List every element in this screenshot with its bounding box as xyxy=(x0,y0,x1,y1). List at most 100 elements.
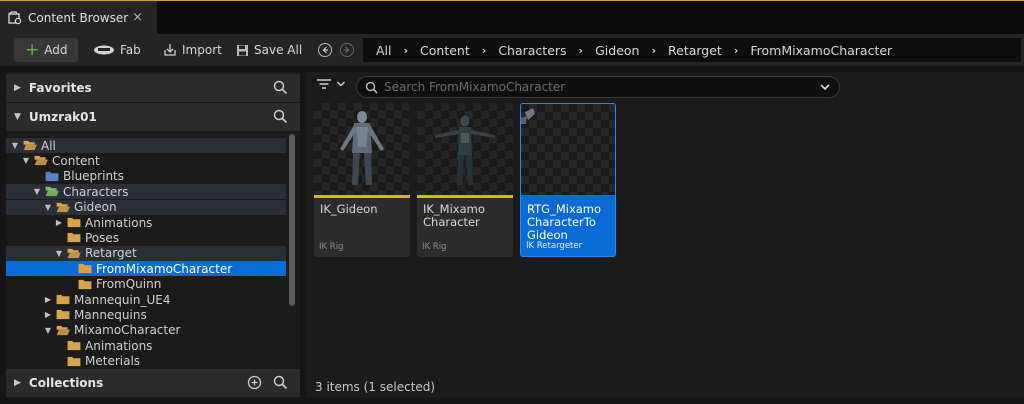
search-icon[interactable] xyxy=(273,109,288,124)
tree-item[interactable]: ▼ Content xyxy=(6,153,286,168)
tree-item-label: All xyxy=(41,138,56,153)
breadcrumb-separator-icon[interactable]: › xyxy=(734,44,739,57)
asset-type: IK Rig xyxy=(319,242,344,252)
asset-type-bar xyxy=(417,195,513,198)
tree-item[interactable]: ▶ Animations xyxy=(6,215,286,230)
import-button[interactable]: Import xyxy=(163,38,222,62)
caret-down-icon[interactable]: ▼ xyxy=(10,141,20,150)
tree-item[interactable]: Poses xyxy=(6,230,286,245)
breadcrumb-item[interactable]: Retarget xyxy=(668,43,722,58)
chevron-down-icon[interactable] xyxy=(819,81,831,93)
caret-right-icon[interactable]: ▶ xyxy=(43,295,53,304)
folder-tree: ▼ All ▼ Content Blueprints ▼ Characters ▼ Gideon… xyxy=(6,132,290,369)
folder-icon xyxy=(67,341,81,351)
tree-item[interactable]: Animations xyxy=(6,338,286,353)
close-icon[interactable]: × xyxy=(132,10,143,25)
favorites-header[interactable]: ▶ Favorites xyxy=(6,74,300,102)
caret-down-icon[interactable]: ▼ xyxy=(21,156,31,165)
folder-open-icon xyxy=(23,140,37,151)
status-text: 3 items (1 selected) xyxy=(315,380,436,394)
tree-item[interactable]: FromMixamoCharacter xyxy=(6,261,286,277)
breadcrumb-separator-icon[interactable]: › xyxy=(404,44,409,57)
breadcrumb-separator-icon[interactable]: › xyxy=(482,44,487,57)
save-icon xyxy=(237,44,248,56)
caret-down-icon: ▼ xyxy=(14,112,21,122)
breadcrumb-item[interactable]: All xyxy=(376,43,392,58)
add-label: Add xyxy=(44,43,68,57)
folder-open-icon xyxy=(67,248,81,258)
tree-item[interactable]: FromQuinn xyxy=(6,277,286,292)
tree-item-label: Content xyxy=(52,153,100,168)
breadcrumb-item[interactable]: Characters xyxy=(498,43,566,58)
tree-item-label: Animations xyxy=(85,215,153,230)
search-input[interactable] xyxy=(384,80,814,94)
asset-thumbnail xyxy=(314,103,410,195)
tree-item[interactable]: ▼ Gideon xyxy=(6,199,286,215)
asset-tile[interactable]: IK_Mixamo Character IK Rig xyxy=(417,103,513,257)
tree-item[interactable]: ▼ All xyxy=(6,138,286,153)
collections-header[interactable]: ▶ Collections xyxy=(6,369,300,397)
tab-content-browser[interactable]: Content Browser × xyxy=(0,1,157,35)
tree-item-label: Mannequins xyxy=(74,307,147,322)
search-icon[interactable] xyxy=(273,375,288,390)
toolbar: + Add Fab Import Save All All › Content › Ch… xyxy=(0,34,1024,66)
content-browser-icon xyxy=(8,11,22,25)
folder-icon xyxy=(56,294,70,305)
import-icon xyxy=(164,44,176,56)
tree-item[interactable]: ▼ Characters xyxy=(6,184,286,200)
caret-down-icon[interactable]: ▼ xyxy=(43,326,53,335)
caret-down-icon[interactable]: ▼ xyxy=(43,203,53,212)
caret-right-icon[interactable]: ▶ xyxy=(43,310,53,319)
breadcrumb-item[interactable]: Content xyxy=(420,43,470,58)
import-label: Import xyxy=(182,43,222,57)
tree-item[interactable]: Blueprints xyxy=(6,169,286,184)
asset-name: IK_Mixamo Character xyxy=(423,202,485,229)
fab-icon xyxy=(94,45,114,55)
filter-icon xyxy=(317,79,331,89)
tree-item-label: Retarget xyxy=(85,246,137,261)
add-button[interactable]: + Add xyxy=(14,38,78,62)
breadcrumb-item[interactable]: FromMixamoCharacter xyxy=(750,43,892,58)
tree-item[interactable]: Meterials xyxy=(6,354,286,369)
retargeter-thumbnail-icon xyxy=(521,108,535,124)
asset-tile[interactable]: IK_Gideon IK Rig xyxy=(314,103,410,257)
folder-icon xyxy=(78,279,92,289)
tree-item-label: Mannequin_UE4 xyxy=(74,292,171,307)
asset-thumbnail xyxy=(521,104,615,196)
fab-label: Fab xyxy=(120,43,141,57)
tab-bar: Content Browser × xyxy=(0,0,1024,35)
folder-icon xyxy=(56,310,70,320)
caret-down-icon[interactable]: ▼ xyxy=(54,249,64,258)
tree-item-label: Animations xyxy=(85,338,153,353)
breadcrumb-separator-icon[interactable]: › xyxy=(651,44,656,57)
save-all-label: Save All xyxy=(254,43,303,57)
folder-icon xyxy=(67,217,81,228)
project-label: Umzrak01 xyxy=(28,110,97,124)
tree-item-label: Characters xyxy=(63,184,129,199)
caret-right-icon[interactable]: ▶ xyxy=(54,218,64,227)
tree-scrollbar[interactable] xyxy=(289,134,295,306)
tree-item[interactable]: ▼ MixamoCharacter xyxy=(6,323,286,338)
tree-item[interactable]: ▼ Retarget xyxy=(6,245,286,261)
project-header[interactable]: ▼ Umzrak01 xyxy=(6,103,300,131)
folder-icon xyxy=(67,233,81,243)
back-arrow-icon[interactable] xyxy=(318,43,332,57)
save-all-button[interactable]: Save All xyxy=(236,38,302,62)
filter-button[interactable] xyxy=(316,78,346,90)
search-icon[interactable] xyxy=(273,80,288,95)
add-collection-icon[interactable] xyxy=(247,375,262,390)
breadcrumb-separator-icon[interactable]: › xyxy=(579,44,584,57)
fab-button[interactable]: Fab xyxy=(93,38,141,62)
forward-arrow-icon[interactable] xyxy=(340,43,354,57)
plus-icon: + xyxy=(25,39,40,60)
asset-name: IK_Gideon xyxy=(320,202,378,216)
tree-item-label: Blueprints xyxy=(63,169,125,184)
breadcrumb-item[interactable]: Gideon xyxy=(595,43,639,58)
breadcrumb: All › Content › Characters › Gideon › Retarget › F… xyxy=(363,38,1021,62)
tree-item[interactable]: ▶ Mannequins xyxy=(6,307,286,322)
chevron-down-icon xyxy=(336,81,346,87)
tree-item[interactable]: ▶ Mannequin_UE4 xyxy=(6,292,286,307)
asset-tile-selected[interactable]: RTG_Mixamo CharacterTo Gideon IK Retarge… xyxy=(520,103,616,257)
caret-down-icon[interactable]: ▼ xyxy=(32,187,42,196)
tree-item-label: FromQuinn xyxy=(96,277,162,292)
